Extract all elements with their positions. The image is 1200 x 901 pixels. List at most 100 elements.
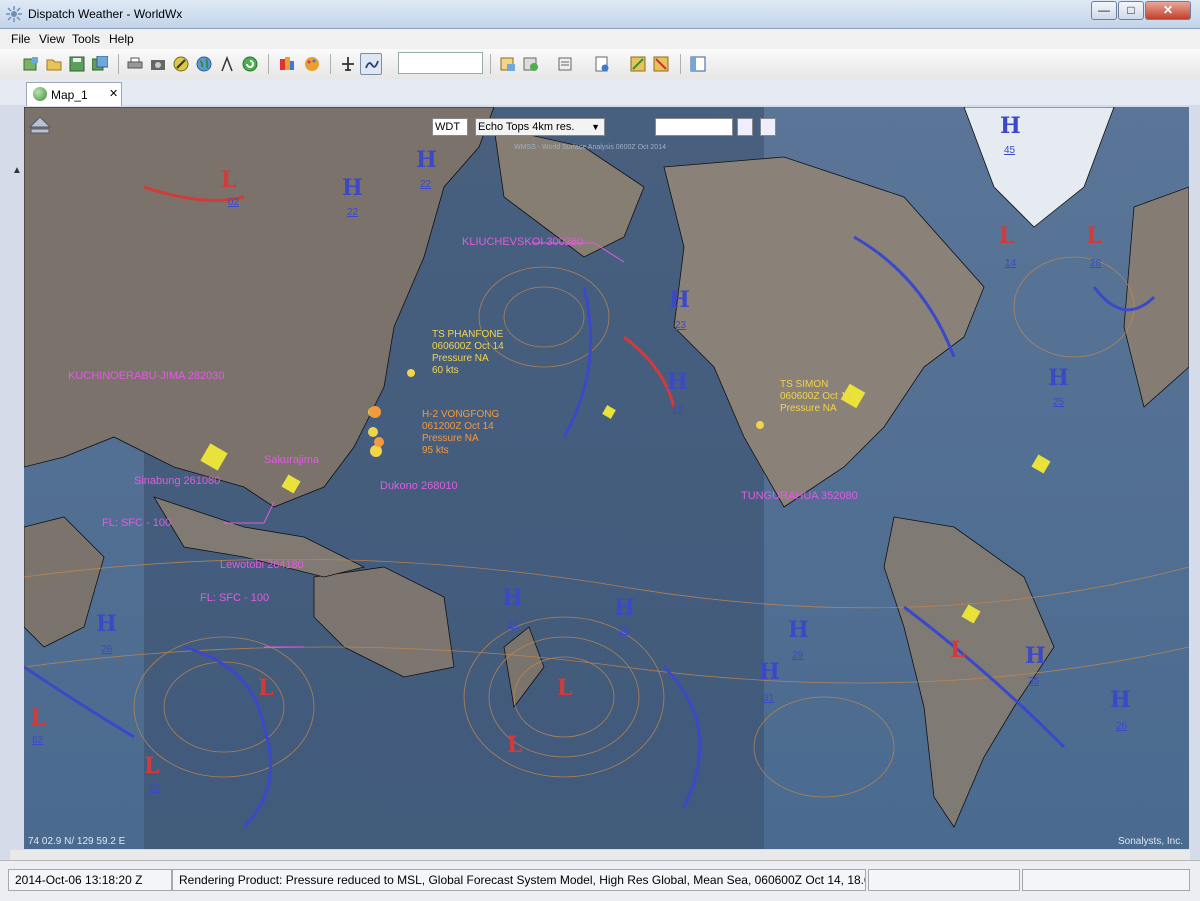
pressure-value: 22 [347, 207, 359, 218]
map-watermark: WMSS - World Surface Analysis 0600Z Oct … [514, 144, 666, 151]
storm-label-vongfong: H-2 VONGFONG 061200Z Oct 14 Pressure NA 95 … [422, 409, 500, 456]
volcano-label: Dukono 268010 [380, 480, 458, 492]
pressure-value: 02 [228, 197, 240, 208]
minimize-button[interactable]: — [1091, 1, 1117, 20]
layer-add-icon[interactable] [497, 53, 519, 75]
storm-label-simon: TS SIMON 060600Z Oct 14 Pressure NA [780, 379, 852, 414]
pressure-value: 26 [1116, 721, 1128, 732]
cursor-coordinates: 74 02.9 N/ 129 59.2 E [28, 836, 126, 847]
volcano-label: Sakurajima [264, 454, 320, 466]
draw-icon[interactable] [170, 53, 192, 75]
high-pressure-icon: H [669, 287, 690, 313]
chart-icon[interactable] [627, 53, 649, 75]
low-pressure-icon: L [258, 675, 274, 701]
pressure-value: 26 [101, 644, 113, 655]
status-extra [868, 869, 1020, 891]
status-message: Rendering Product: Pressure reduced to M… [172, 869, 866, 891]
status-time: 2014-Oct-06 13:18:20 Z [8, 869, 172, 891]
menu-view[interactable]: View [39, 32, 65, 46]
open-icon[interactable] [43, 53, 65, 75]
new-map-icon[interactable] [20, 53, 42, 75]
close-button[interactable]: ✕ [1145, 1, 1191, 20]
horizontal-scrollbar[interactable] [10, 850, 1190, 860]
low-pressure-icon: L [144, 753, 160, 779]
map-view[interactable]: WDT Echo Tops 4km res. ▼ WMSS - World Sur… [24, 107, 1189, 849]
high-pressure-icon: H [1048, 365, 1069, 391]
globe-icon[interactable] [193, 53, 215, 75]
low-pressure-icon: L [507, 732, 523, 758]
pressure-value: 18 [618, 625, 630, 636]
toolbar [0, 49, 1200, 80]
chart-alt-icon[interactable] [650, 53, 672, 75]
volcano-label: KLIUCHEVSKOI 300260 [462, 236, 584, 248]
source-field[interactable]: WDT [432, 118, 468, 136]
pressure-value: 29 [507, 619, 519, 630]
panel-icon[interactable] [687, 53, 709, 75]
high-pressure-icon: H [1000, 113, 1021, 139]
map-credit: Sonalysts, Inc. [1117, 836, 1183, 847]
export-icon[interactable] [591, 53, 613, 75]
status-bar: 2014-Oct-06 13:18:20 Z Rendering Product… [0, 860, 1200, 901]
layer-list-icon[interactable] [555, 53, 577, 75]
chevron-down-icon: ▼ [591, 122, 600, 132]
calendar-grid-icon[interactable] [760, 118, 776, 136]
pressure-value: 28 [1090, 258, 1102, 269]
tab-scroll-icon[interactable]: ▲ [12, 165, 22, 176]
menu-file[interactable]: File [11, 32, 30, 46]
print-icon[interactable] [124, 53, 146, 75]
pressure-value: 12 [149, 783, 161, 794]
camera-icon[interactable] [147, 53, 169, 75]
window-title: Dispatch Weather - WorldWx [28, 7, 183, 21]
maximize-button[interactable]: □ [1118, 1, 1144, 20]
globe-icon [33, 87, 47, 101]
volcano-label: Lewotobi 264180 [220, 559, 304, 571]
date-field[interactable] [655, 118, 733, 136]
high-pressure-icon: H [416, 147, 437, 173]
high-pressure-icon: H [667, 369, 688, 395]
pressure-value: 31 [763, 693, 775, 704]
save-all-icon[interactable] [89, 53, 111, 75]
tab-map-1[interactable]: Map_1 ✕ [26, 82, 122, 106]
refresh-icon[interactable] [239, 53, 261, 75]
high-pressure-icon: H [614, 595, 635, 621]
pressure-value: 23 [675, 320, 687, 331]
layer-edit-icon[interactable] [520, 53, 542, 75]
pressure-value: 35 [1028, 676, 1040, 687]
menu-tools[interactable]: Tools [72, 32, 100, 46]
menu-help[interactable]: Help [109, 32, 134, 46]
pressure-value: 25 [1053, 397, 1065, 408]
low-pressure-icon: L [221, 167, 237, 193]
volcano-label: TUNGURAHUA 352080 [741, 490, 858, 502]
volcano-label: KUCHINOERABU-JIMA 282030 [68, 370, 225, 382]
pressure-value: 45 [1004, 145, 1016, 156]
high-pressure-icon: H [342, 175, 363, 201]
pressure-value: 14 [1005, 258, 1017, 269]
palette-icon[interactable] [301, 53, 323, 75]
high-pressure-icon: H [1025, 643, 1046, 669]
pressure-value: 62 [32, 735, 44, 746]
low-pressure-icon: L [950, 637, 966, 663]
route-icon[interactable] [360, 53, 382, 75]
weather-product-icon[interactable] [276, 53, 298, 75]
save-icon[interactable] [66, 53, 88, 75]
volcano-label: Sinabung 261080 [134, 475, 221, 487]
title-bar: Dispatch Weather - WorldWx — □ ✕ [0, 0, 1200, 29]
high-pressure-icon: H [502, 585, 523, 611]
toolbar-search-input[interactable] [398, 52, 483, 74]
pressure-value: 19 [672, 404, 684, 415]
flight-level-label: FL: SFC - 100 [200, 592, 270, 604]
tab-label: Map_1 [51, 88, 88, 102]
tab-close-icon[interactable]: ✕ [109, 87, 118, 100]
product-select[interactable]: Echo Tops 4km res. ▼ [475, 118, 605, 136]
storm-label-phanfone: TS PHANFONE 060600Z Oct 14 Pressure NA 60 k… [432, 329, 504, 376]
low-pressure-icon: L [999, 223, 1015, 249]
high-pressure-icon: H [1110, 687, 1131, 713]
navigation-control-icon[interactable] [28, 113, 52, 137]
aircraft-icon[interactable] [337, 53, 359, 75]
menu-bar: File View Tools Help [0, 29, 1200, 49]
measure-icon[interactable] [216, 53, 238, 75]
calendar-icon[interactable] [737, 118, 753, 136]
low-pressure-icon: L [557, 675, 573, 701]
product-select-value: Echo Tops 4km res. [478, 121, 575, 133]
status-extra [1022, 869, 1190, 891]
